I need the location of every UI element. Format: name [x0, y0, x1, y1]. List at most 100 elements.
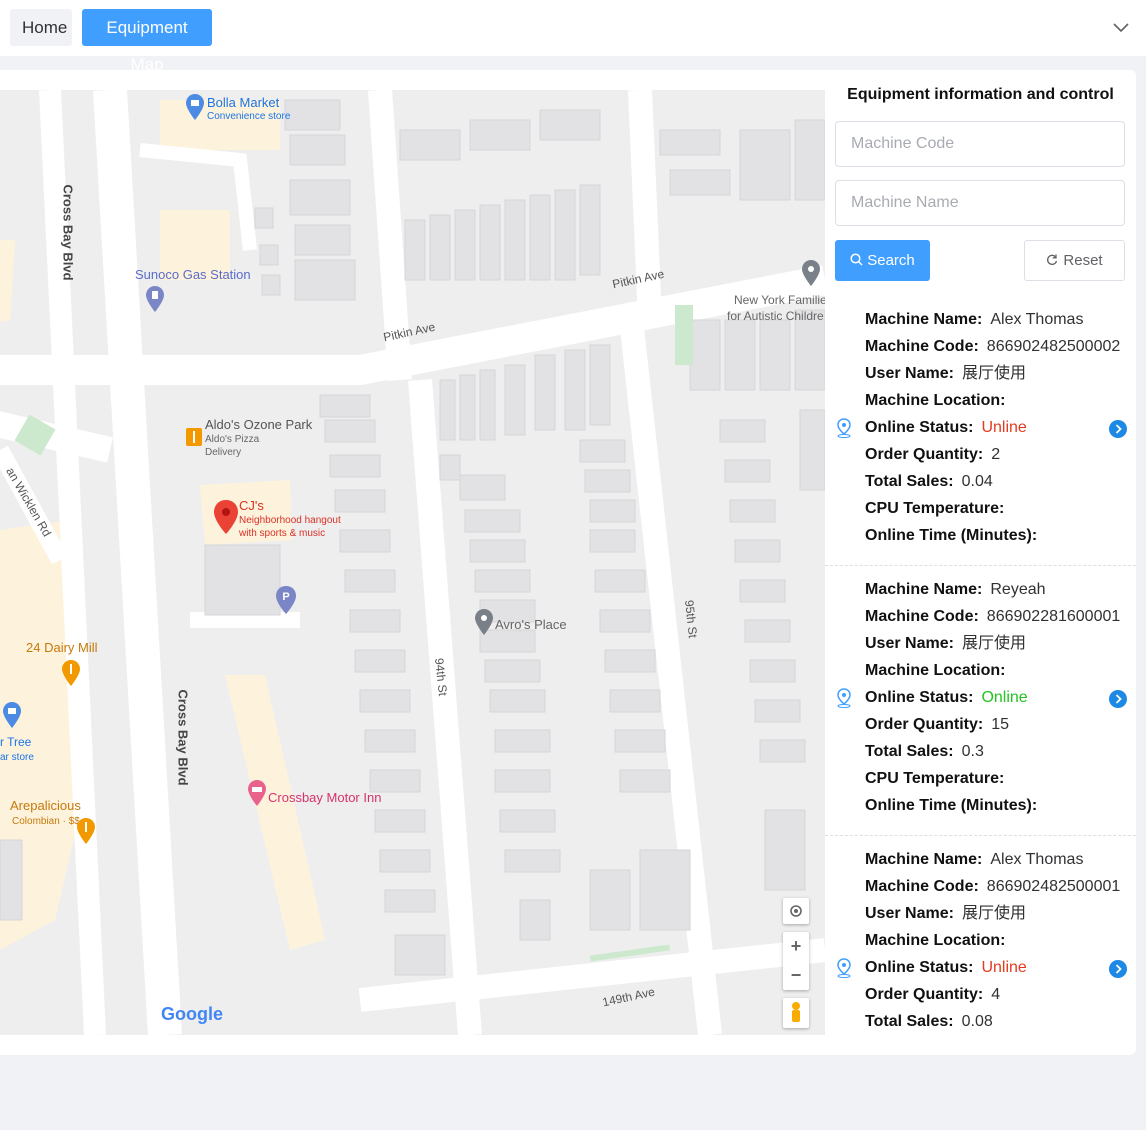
- info-row: Order Quantity: 2: [865, 445, 1000, 465]
- place-label[interactable]: 24 Dairy Mill: [26, 640, 98, 655]
- parking-pin-icon[interactable]: P: [276, 586, 296, 614]
- place-pin-icon[interactable]: [802, 260, 820, 286]
- info-row: Machine Code: 866902482500001: [865, 877, 1120, 897]
- tab-equipment-map[interactable]: Equipment Map: [82, 9, 212, 74]
- street-view-button[interactable]: [783, 998, 809, 1028]
- search-button[interactable]: Search: [835, 240, 930, 281]
- zoom-in-button[interactable]: +: [783, 932, 809, 961]
- place-label[interactable]: Avro's Place: [495, 617, 567, 632]
- place-label[interactable]: CJ's: [239, 498, 264, 513]
- arrow-right-circle-icon[interactable]: [1109, 690, 1127, 708]
- info-row: CPU Temperature:: [865, 499, 1012, 519]
- user-name: 展厅使用: [961, 365, 1026, 382]
- info-key: Online Status:: [865, 419, 974, 436]
- info-row: Machine Name: Alex Thomas: [865, 310, 1083, 330]
- info-key: Order Quantity:: [865, 446, 984, 463]
- google-logo: Google: [161, 1004, 223, 1024]
- info-key: Machine Code:: [865, 608, 979, 625]
- place-label[interactable]: r Tree: [0, 735, 31, 749]
- main-card: Pitkin Ave Pitkin Ave Cross Bay Blvd Cro…: [0, 70, 1136, 1055]
- info-row: Machine Name: Alex Thomas: [865, 850, 1083, 870]
- place-sublabel: with sports & music: [239, 528, 326, 539]
- place-label[interactable]: Sunoco Gas Station: [135, 267, 251, 282]
- order-quantity: 4: [991, 986, 1001, 1003]
- search-button-label: Search: [867, 252, 915, 269]
- info-row: User Name: 展厅使用: [865, 904, 1026, 924]
- my-location-button[interactable]: [783, 898, 809, 924]
- order-quantity: 15: [991, 716, 1010, 733]
- zoom-control: + −: [783, 932, 809, 990]
- online-status: Online: [981, 689, 1028, 706]
- top-navigation: Home Equipment Map: [0, 0, 1146, 74]
- place-label[interactable]: Bolla Market: [207, 95, 279, 110]
- info-key: Total Sales:: [865, 1013, 954, 1030]
- shop-pin-icon[interactable]: [3, 702, 21, 728]
- place-label[interactable]: Crossbay Motor Inn: [268, 790, 381, 805]
- red-pin-icon[interactable]: [214, 500, 238, 534]
- total-sales: 0.3: [961, 743, 984, 760]
- gas-pin-icon[interactable]: [146, 286, 164, 312]
- machine-code: 866902281600001: [986, 608, 1121, 625]
- map-canvas[interactable]: [0, 90, 825, 1035]
- place-label[interactable]: New York Familie: [734, 293, 825, 307]
- machine-card[interactable]: Machine Name: Alex Thomas Machine Code: 86…: [825, 836, 1136, 1055]
- total-sales: 0.04: [961, 473, 993, 490]
- tab-home[interactable]: Home: [10, 9, 72, 46]
- street-label: Cross Bay Blvd: [175, 689, 191, 786]
- location-pin-icon[interactable]: [836, 688, 852, 708]
- online-status: Unline: [981, 419, 1027, 436]
- reset-button[interactable]: Reset: [1024, 240, 1125, 281]
- info-key: CPU Temperature:: [865, 500, 1005, 517]
- panel-title: Equipment information and control: [847, 86, 1114, 103]
- info-row: Machine Code: 866902281600001: [865, 607, 1120, 627]
- place-sublabel: for Autistic Childre: [727, 309, 824, 323]
- equipment-map[interactable]: Pitkin Ave Pitkin Ave Cross Bay Blvd Cro…: [0, 90, 825, 1035]
- machine-card[interactable]: Machine Name: Reyeah Machine Code: 8669022…: [825, 566, 1136, 836]
- info-key: Machine Code:: [865, 338, 979, 355]
- chevron-down-icon[interactable]: [1112, 18, 1130, 36]
- info-key: Machine Location:: [865, 662, 1006, 679]
- machine-name-input[interactable]: [835, 180, 1125, 226]
- online-status: Unline: [981, 959, 1027, 976]
- location-pin-icon[interactable]: [836, 418, 852, 438]
- place-label[interactable]: Arepalicious: [10, 798, 81, 813]
- info-row: CPU Temperature:: [865, 769, 1012, 789]
- info-key: Machine Name:: [865, 851, 983, 868]
- info-key: Order Quantity:: [865, 716, 984, 733]
- place-pin-icon[interactable]: [475, 609, 493, 635]
- food-pin-icon[interactable]: [77, 818, 95, 844]
- arrow-right-circle-icon[interactable]: [1109, 420, 1127, 438]
- info-key: Order Quantity:: [865, 986, 984, 1003]
- equipment-panel: Equipment information and control Search…: [825, 70, 1136, 1055]
- info-row: Online Status: Unline: [865, 958, 1027, 978]
- info-key: Machine Location:: [865, 932, 1006, 949]
- restaurant-icon[interactable]: [186, 428, 202, 446]
- info-key: Online Time (Minutes):: [865, 797, 1038, 814]
- info-row: Machine Location:: [865, 931, 1013, 951]
- machine-name: Alex Thomas: [990, 311, 1084, 328]
- info-key: Online Status:: [865, 959, 974, 976]
- hotel-pin-icon[interactable]: [248, 780, 266, 806]
- info-row: User Name: 展厅使用: [865, 634, 1026, 654]
- street-label: Cross Bay Blvd: [60, 184, 76, 281]
- place-label[interactable]: Aldo's Ozone Park: [205, 417, 312, 432]
- place-sublabel: Convenience store: [207, 111, 291, 122]
- info-key: Online Time (Minutes):: [865, 527, 1038, 544]
- info-key: Machine Code:: [865, 878, 979, 895]
- arrow-right-circle-icon[interactable]: [1109, 960, 1127, 978]
- machine-code-input[interactable]: [835, 121, 1125, 167]
- place-sublabel: ar store: [0, 752, 34, 763]
- machine-list: Machine Name: Alex Thomas Machine Code: 86…: [825, 296, 1136, 1055]
- info-row: Order Quantity: 4: [865, 985, 1000, 1005]
- machine-card[interactable]: Machine Name: Alex Thomas Machine Code: 86…: [825, 296, 1136, 566]
- user-name: 展厅使用: [961, 635, 1026, 652]
- info-row: Machine Code: 866902482500002: [865, 337, 1120, 357]
- info-row: Order Quantity: 15: [865, 715, 1009, 735]
- zoom-out-button[interactable]: −: [783, 961, 809, 990]
- location-pin-icon[interactable]: [836, 958, 852, 978]
- food-pin-icon[interactable]: [62, 660, 80, 686]
- machine-code: 866902482500002: [986, 338, 1121, 355]
- info-row: Machine Name: Reyeah: [865, 580, 1046, 600]
- machine-name: Alex Thomas: [990, 851, 1084, 868]
- shop-pin-icon[interactable]: [186, 94, 204, 120]
